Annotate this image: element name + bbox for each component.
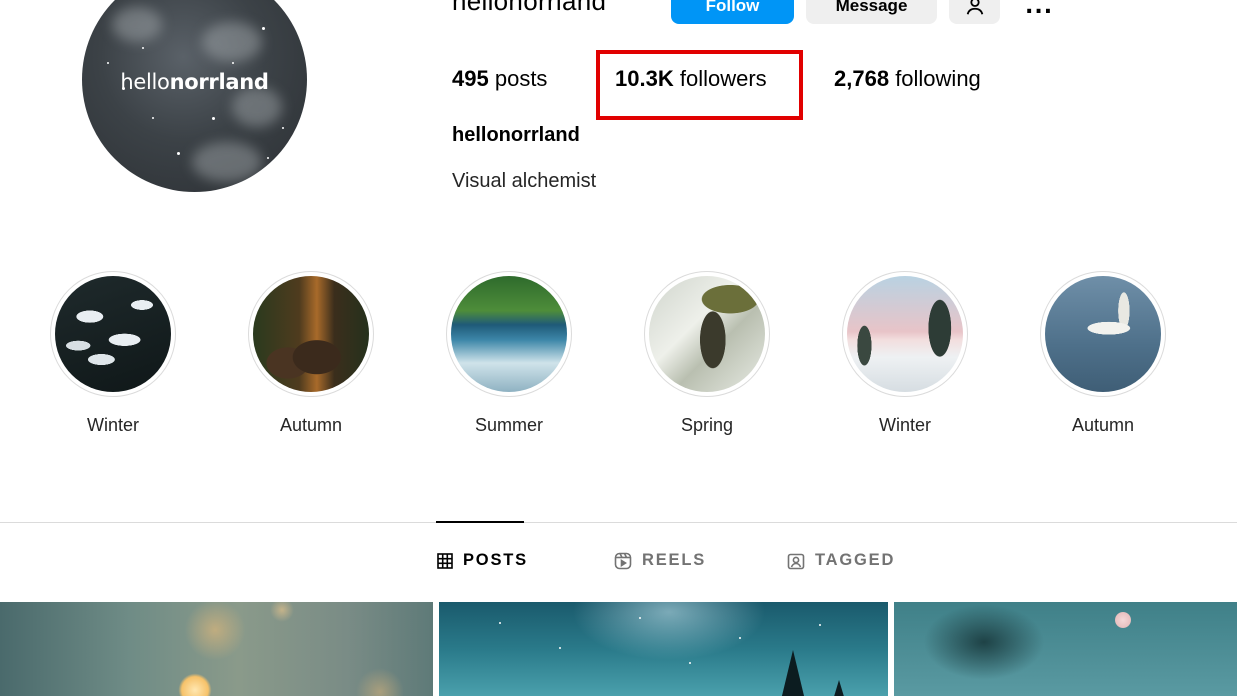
profile-full-name: hellonorrland (452, 124, 580, 146)
highlight-ring (644, 271, 770, 397)
post-thumbnail[interactable] (439, 602, 888, 696)
highlight-label: Summer (474, 415, 543, 435)
highlight-cover-image (847, 276, 963, 392)
post-thumbnail[interactable] (894, 602, 1237, 696)
highlight-cover-image (451, 276, 567, 392)
more-options-icon[interactable]: ... (1025, 0, 1053, 19)
post-thumbnail[interactable] (0, 602, 433, 696)
highlight-label: Spring (680, 415, 734, 435)
highlight-autumn-2[interactable]: Autumn (1040, 271, 1166, 436)
highlight-label: Autumn (1071, 415, 1135, 435)
highlight-summer[interactable]: Summer (446, 271, 572, 436)
following-stat[interactable]: 2,768 following (834, 66, 981, 92)
reels-icon (614, 552, 632, 569)
tab-reels[interactable]: REELS (614, 551, 706, 570)
profile-avatar[interactable]: hellonorrland (82, 0, 307, 192)
posts-count: 495 (452, 66, 489, 91)
tab-posts[interactable]: POSTS (437, 551, 528, 570)
profile-bio: Visual alchemist (452, 170, 597, 192)
tab-label: TAGGED (815, 551, 896, 569)
tab-tagged[interactable]: TAGGED (787, 551, 895, 570)
followers-highlight-box (596, 50, 803, 120)
tabs-divider (0, 522, 1237, 523)
posts-label: posts (494, 66, 548, 91)
highlight-label: Winter (86, 415, 139, 435)
profile-username: hellonorrland (452, 0, 607, 16)
highlight-spring[interactable]: Spring (644, 271, 770, 436)
highlight-cover-image (649, 276, 765, 392)
profile-page: hellonorrland hellonorrland Follow Messa… (0, 0, 1237, 696)
highlight-winter[interactable]: Winter (50, 271, 176, 436)
highlight-cover-image (1045, 276, 1161, 392)
avatar-logo: hellonorrland (120, 70, 269, 94)
highlight-ring (446, 271, 572, 397)
highlight-ring (50, 271, 176, 397)
follow-button[interactable]: Follow (671, 0, 794, 24)
highlight-ring (1040, 271, 1166, 397)
highlight-label: Autumn (279, 415, 343, 435)
tab-label: POSTS (463, 551, 528, 569)
grid-icon (437, 552, 453, 569)
highlight-ring (248, 271, 374, 397)
highlight-ring (842, 271, 968, 397)
highlight-cover-image (253, 276, 369, 392)
highlight-label: Winter (878, 415, 931, 435)
highlight-cover-image (55, 276, 171, 392)
active-tab-indicator (436, 521, 524, 523)
add-person-icon (966, 0, 983, 15)
following-label: following (895, 66, 981, 91)
message-button[interactable]: Message (806, 0, 937, 24)
tab-label: REELS (642, 551, 707, 569)
suggested-accounts-button[interactable] (949, 0, 1000, 24)
posts-stat: 495 posts (452, 66, 547, 92)
tagged-icon (787, 553, 805, 569)
highlight-winter-2[interactable]: Winter (842, 271, 968, 436)
highlight-autumn[interactable]: Autumn (248, 271, 374, 436)
following-count: 2,768 (834, 66, 890, 91)
